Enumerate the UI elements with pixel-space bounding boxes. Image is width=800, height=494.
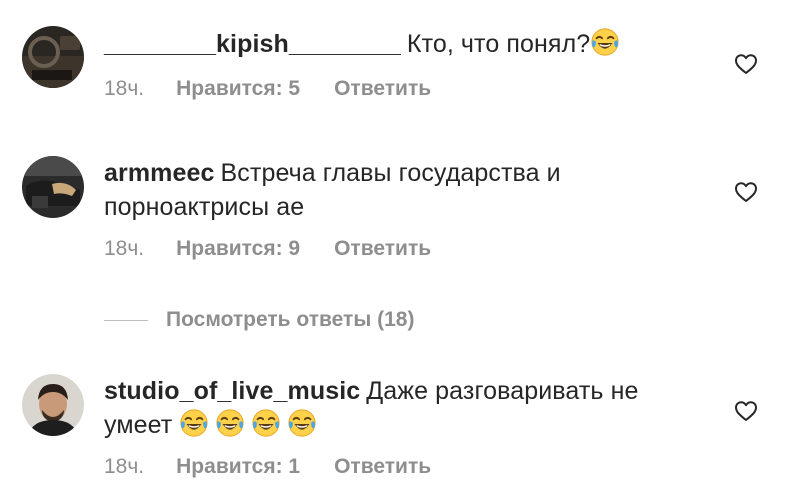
comment-body: armmeec Встреча главы государства и порно…: [104, 156, 704, 224]
avatar[interactable]: [22, 26, 84, 88]
likes-count[interactable]: Нравится: 1: [176, 454, 300, 480]
likes-count[interactable]: Нравится: 5: [176, 76, 300, 102]
reply-button[interactable]: Ответить: [334, 236, 431, 262]
heart-outline-icon[interactable]: [734, 53, 758, 75]
view-replies-label[interactable]: Посмотреть ответы (18): [166, 308, 414, 332]
comment-text: studio_of_live_music Даже разговаривать н…: [104, 374, 674, 442]
face-with-tears-of-joy-emoji: [287, 408, 317, 438]
likes-count[interactable]: Нравится: 9: [176, 236, 300, 262]
divider-line: [104, 319, 148, 321]
comment-meta: 18ч. Нравится: 1 Ответить: [104, 454, 431, 480]
face-with-tears-of-joy-emoji: [590, 27, 620, 57]
comment-body: ________kipish________ Кто, что понял?: [104, 27, 704, 61]
comment-message: Кто, что понял?: [406, 30, 591, 58]
heart-outline-icon[interactable]: [734, 400, 758, 422]
comment-body: studio_of_live_music Даже разговаривать н…: [104, 374, 704, 442]
reply-button[interactable]: Ответить: [334, 76, 431, 102]
timestamp[interactable]: 18ч.: [104, 76, 144, 102]
username[interactable]: studio_of_live_music: [104, 377, 360, 405]
view-replies-button[interactable]: Посмотреть ответы (18): [104, 306, 414, 334]
face-with-tears-of-joy-emoji: [251, 408, 281, 438]
avatar[interactable]: [22, 374, 84, 436]
heart-outline-icon[interactable]: [734, 181, 758, 203]
comment-text: armmeec Встреча главы государства и порно…: [104, 156, 664, 224]
reply-button[interactable]: Ответить: [334, 454, 431, 480]
timestamp[interactable]: 18ч.: [104, 236, 144, 262]
username[interactable]: ________kipish________: [104, 30, 401, 58]
comment-meta: 18ч. Нравится: 5 Ответить: [104, 76, 431, 102]
comment-text: ________kipish________ Кто, что понял?: [104, 27, 704, 61]
face-with-tears-of-joy-emoji: [179, 408, 209, 438]
username[interactable]: armmeec: [104, 159, 215, 187]
face-with-tears-of-joy-emoji: [215, 408, 245, 438]
avatar[interactable]: [22, 156, 84, 218]
comment-meta: 18ч. Нравится: 9 Ответить: [104, 236, 431, 262]
timestamp[interactable]: 18ч.: [104, 454, 144, 480]
